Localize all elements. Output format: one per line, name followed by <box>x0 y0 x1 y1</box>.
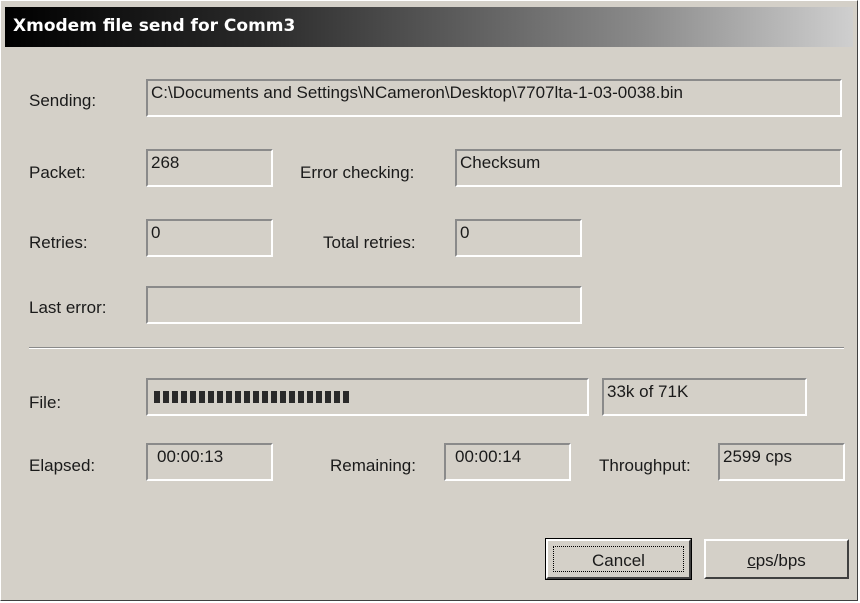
file-size-field: 33k of 71K <box>602 378 807 416</box>
separator-line <box>29 347 844 349</box>
title-bar[interactable]: Xmodem file send for Comm3 <box>5 7 853 47</box>
error-checking-value: Checksum <box>460 153 541 172</box>
remaining-field: 00:00:14 <box>444 443 571 481</box>
elapsed-field: 00:00:13 <box>146 443 273 481</box>
total-retries-label: Total retries: <box>323 233 416 252</box>
file-size-value: 33k of 71K <box>607 382 689 401</box>
cps-bps-button[interactable]: cps/bps <box>704 539 849 579</box>
file-progress-fill <box>154 391 349 403</box>
sending-path-field: C:\Documents and Settings\NCameron\Deskt… <box>146 79 842 117</box>
file-label: File: <box>29 393 62 412</box>
error-checking-label: Error checking: <box>300 163 415 182</box>
total-retries-value: 0 <box>460 223 470 242</box>
throughput-value: 2599 cps <box>723 447 792 466</box>
sending-path-value: C:\Documents and Settings\NCameron\Deskt… <box>151 83 684 102</box>
error-checking-field: Checksum <box>455 149 842 187</box>
elapsed-label: Elapsed: <box>29 456 96 475</box>
retries-label: Retries: <box>29 233 88 252</box>
packet-value: 268 <box>151 153 180 172</box>
sending-label: Sending: <box>29 91 97 110</box>
cps-bps-button-label: cps/bps <box>747 551 806 570</box>
total-retries-field: 0 <box>455 219 582 257</box>
cancel-button[interactable]: Cancel <box>545 538 692 580</box>
xmodem-dialog: Xmodem file send for Comm3 Sending: C:\D… <box>0 0 858 601</box>
remaining-label: Remaining: <box>330 456 416 475</box>
remaining-value: 00:00:14 <box>455 447 522 466</box>
retries-field: 0 <box>146 219 273 257</box>
packet-field: 268 <box>146 149 273 187</box>
cancel-button-label: Cancel <box>592 551 645 570</box>
throughput-field: 2599 cps <box>718 443 845 481</box>
retries-value: 0 <box>151 223 161 242</box>
window-title: Xmodem file send for Comm3 <box>13 16 296 36</box>
last-error-label: Last error: <box>29 298 107 317</box>
throughput-label: Throughput: <box>599 456 691 475</box>
elapsed-value: 00:00:13 <box>157 447 224 466</box>
last-error-field <box>146 286 582 324</box>
packet-label: Packet: <box>29 163 86 182</box>
file-progress-bar <box>146 378 589 416</box>
